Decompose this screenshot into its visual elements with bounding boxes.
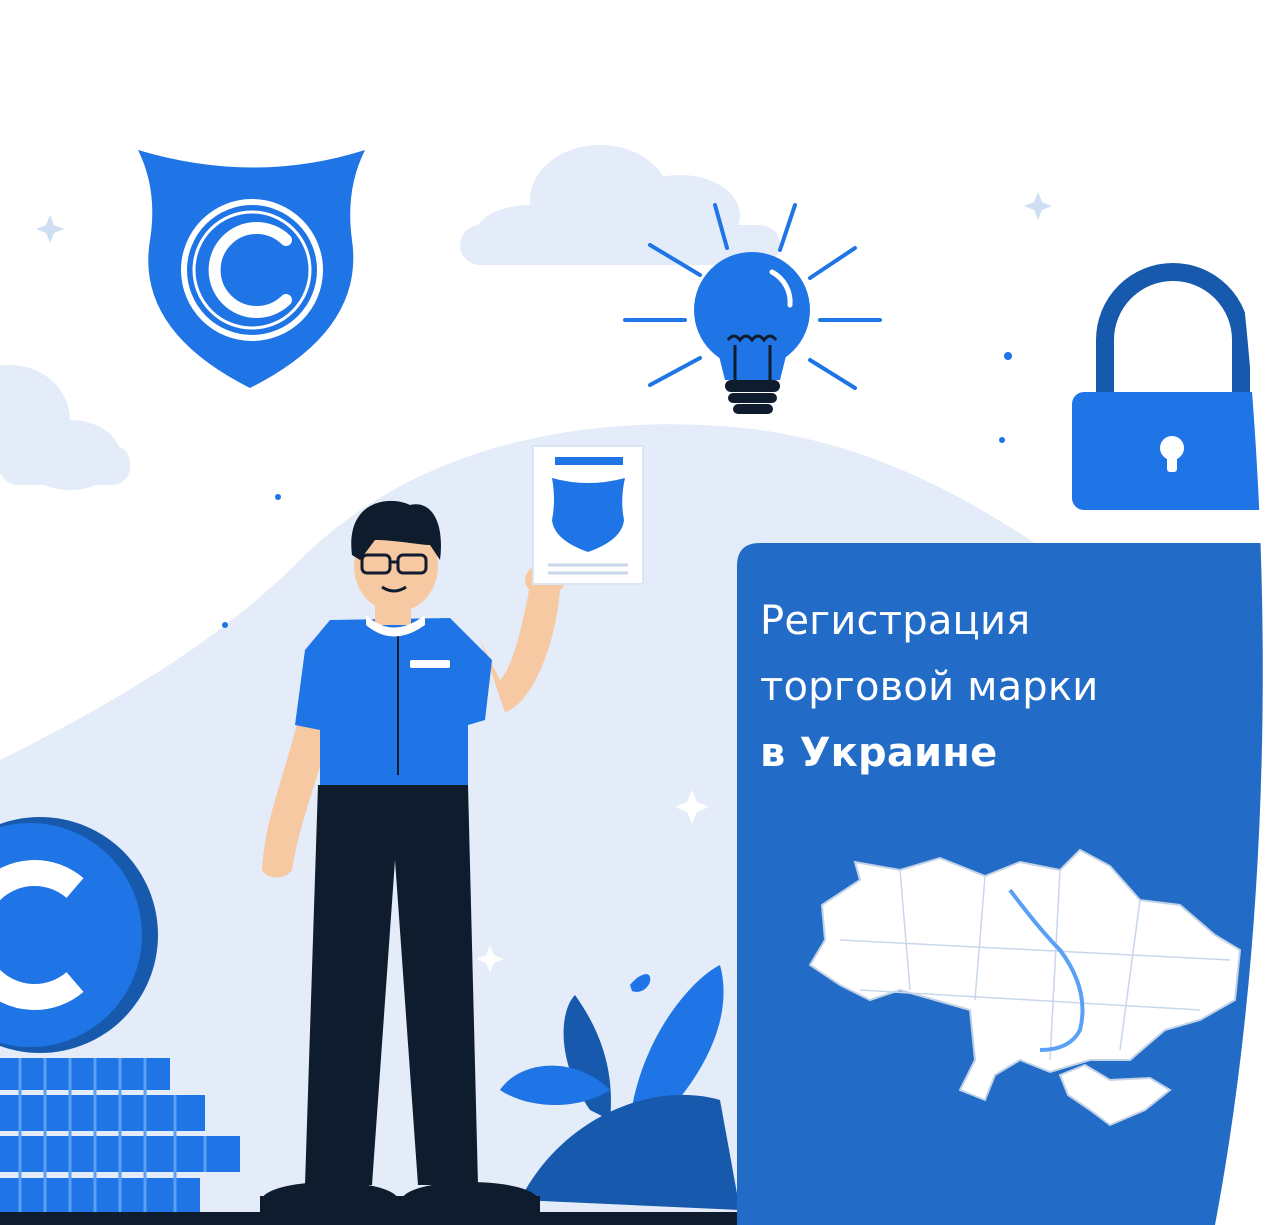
copyright-shield-icon [138,150,365,388]
padlock-icon [1072,263,1272,510]
certificate-icon [532,445,644,585]
banner-line-2: торговой марки [760,664,1099,710]
cloud-left [0,365,130,490]
cloud-top [460,145,780,265]
illustration-scene: Регистрация торговой марки в Украине [0,0,1280,1225]
banner-line-3: в Украине [760,730,998,776]
banner-title: Регистрация торговой марки в Украине [760,588,1240,786]
banner-line-1: Регистрация [760,598,1031,644]
